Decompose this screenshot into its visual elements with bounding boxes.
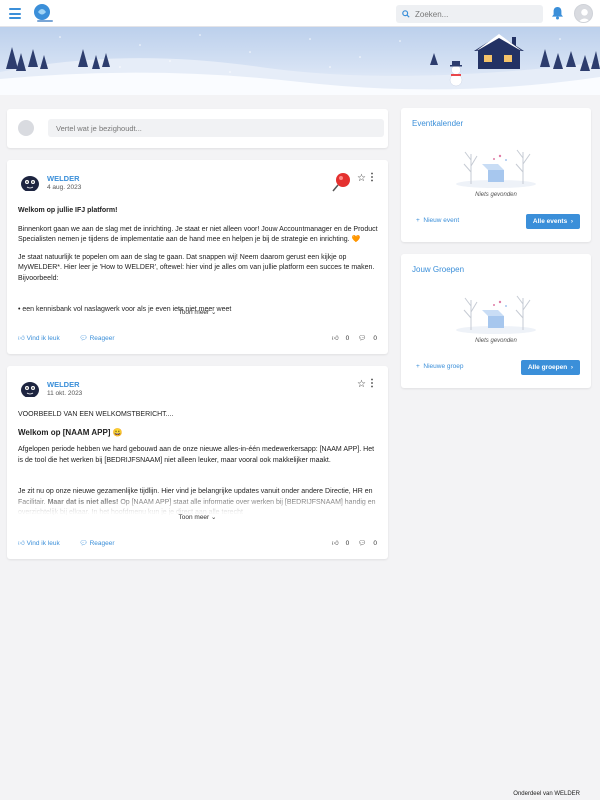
heart-emoji: 🧡 [351,236,361,243]
post-paragraph: Afgelopen periode hebben we hard gebouwd… [18,446,375,464]
top-bar [0,0,600,27]
like-button[interactable]: 👍︎ Vind ik leuk [18,335,69,342]
more-options-icon[interactable]: ⋮ [367,378,377,389]
post-counts: 👍︎ 0 💬︎ 0 [325,539,377,547]
cover-banner [0,27,600,95]
post-title: Welkom op [NAAM APP] [18,427,111,437]
post-body: VOORBEELD VAN EEN WELKOMSTBERICHT.... We… [18,410,378,473]
star-icon[interactable]: ☆ [357,173,366,184]
comment-count: 💬︎ 0 [358,335,377,342]
post-counts: 👍︎ 0 💬︎ 0 [325,334,377,342]
smile-emoji: 😀 [112,427,123,437]
new-event-link[interactable]: + Nieuw event [416,217,459,224]
bell-icon[interactable] [551,6,564,20]
post-date: 4 aug. 2023 [47,184,82,191]
reply-label: Reageer [89,335,115,342]
post-paragraph: Je staat natuurlijk te popelen om aan de… [18,253,375,282]
search-bar[interactable] [396,5,543,23]
like-count: 👍︎ 0 [331,335,350,342]
reply-button[interactable]: 💬︎ Reageer [80,335,124,342]
author-avatar[interactable] [18,172,42,196]
like-label: Vind ik leuk [26,540,60,547]
star-icon[interactable]: ☆ [357,379,366,390]
post-intro: VOORBEELD VAN EEN WELKOMSTBERICHT.... [18,411,174,418]
post-body: Welkom op jullie IFJ platform! Binnenkor… [18,206,378,291]
groups-widget: Jouw Groepen Niets gevonden + Nieuwe gro… [401,254,591,388]
logo[interactable] [33,3,55,23]
empty-illustration [451,142,541,190]
post-date: 11 okt. 2023 [47,390,83,397]
search-icon [402,10,410,18]
composer-avatar [18,120,34,136]
show-more-link[interactable]: Toon meer ⌄ [7,308,388,316]
reply-button[interactable]: 💬︎ Reageer [80,540,124,547]
empty-state-text: Niets gevonden [475,338,517,344]
post-composer [7,109,388,148]
menu-icon[interactable] [9,8,21,19]
pin-icon [330,171,354,193]
empty-state-text: Niets gevonden [475,192,517,198]
events-title: Eventkalender [412,119,464,128]
like-button[interactable]: 👍︎ Vind ik leuk [18,540,69,547]
author-avatar[interactable] [18,378,42,402]
events-widget: Eventkalender Niets gevonden + Nieuw eve… [401,108,591,242]
all-groups-button[interactable]: Alle groepen › [520,360,580,375]
groups-title: Jouw Groepen [412,265,465,274]
like-label: Vind ik leuk [26,335,60,342]
empty-illustration [451,288,541,336]
post-actions: 👍︎ Vind ik leuk 💬︎ Reageer [18,334,133,342]
timeline-post: WELDER 4 aug. 2023 ☆ ⋮ Welkom op jullie … [7,160,388,354]
footer-text[interactable]: Onderdeel van WELDER [513,791,580,797]
show-more-link[interactable]: Toon meer ⌄ [7,513,388,521]
like-count: 👍︎ 0 [331,540,350,547]
comment-count: 💬︎ 0 [358,540,377,547]
post-title: Welkom op jullie IFJ platform! [18,207,118,214]
reply-label: Reageer [89,540,115,547]
post-author[interactable]: WELDER [47,380,80,389]
post-faded-text: Je zit nu op onze nieuwe gezamenlijke ti… [18,487,378,515]
new-group-link[interactable]: + Nieuwe groep [416,363,464,370]
composer-input[interactable] [48,119,384,137]
post-author[interactable]: WELDER [47,174,80,183]
show-more-label: Toon meer [178,514,210,521]
show-more-label: Toon meer [178,309,210,316]
timeline-post: WELDER 11 okt. 2023 ☆ ⋮ VOORBEELD VAN EE… [7,366,388,559]
all-events-button[interactable]: Alle events › [525,214,580,229]
more-options-icon[interactable]: ⋮ [367,172,377,183]
post-actions: 👍︎ Vind ik leuk 💬︎ Reageer [18,539,133,547]
search-input[interactable] [415,7,535,21]
post-paragraph: Binnenkort gaan we aan de slag met de in… [18,225,378,244]
user-avatar[interactable] [574,4,593,23]
